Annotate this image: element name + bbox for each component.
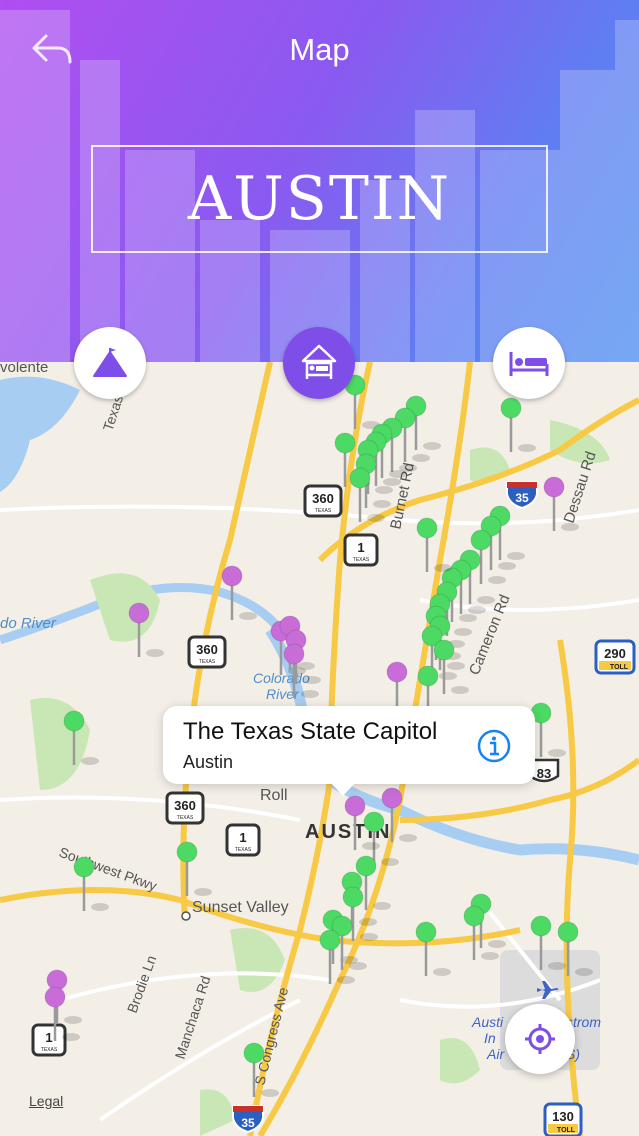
- category-accommodation-button[interactable]: [493, 327, 565, 399]
- map-label-manchaca-rd: Manchaca Rd: [172, 974, 214, 1061]
- shield-hwy360-mid: 360 TEXAS: [187, 635, 227, 669]
- city-banner: AUSTIN: [91, 145, 548, 253]
- info-icon: [477, 729, 511, 763]
- svg-text:TEXAS: TEXAS: [353, 557, 370, 563]
- shield-hwy1-north: 1 TEXAS: [343, 533, 379, 567]
- park-area: [30, 698, 90, 790]
- map-label-airport-1: Austi: [471, 1014, 504, 1030]
- park-area: [440, 1038, 480, 1084]
- map-pin[interactable]: [415, 921, 451, 976]
- shield-toll130: 130 TOLL: [543, 1102, 583, 1136]
- page-title: Map: [289, 32, 350, 67]
- shield-toll290: 290 TOLL: [594, 639, 636, 675]
- map-label-dessau-rd: Dessau Rd: [561, 449, 600, 525]
- hotel-tent-bed-icon: [301, 344, 337, 379]
- map-label-rollingwood: Roll: [260, 787, 288, 804]
- svg-text:1: 1: [239, 830, 246, 845]
- bed-icon: [509, 352, 549, 376]
- legal-link[interactable]: Legal: [29, 1093, 63, 1109]
- map-label-sunset-valley: Sunset Valley: [192, 899, 289, 916]
- map-label-airport-4: Air: [486, 1046, 505, 1062]
- lake-travis: [0, 376, 80, 492]
- park-area: [200, 1089, 235, 1136]
- callout-title: The Texas State Capitol: [183, 718, 438, 745]
- svg-text:130: 130: [552, 1109, 574, 1124]
- svg-text:1: 1: [357, 540, 364, 555]
- map-label-volente: volente: [0, 362, 48, 376]
- map-pin[interactable]: [500, 397, 536, 452]
- shield-hwy1-south: 1 TEXAS: [225, 823, 261, 857]
- svg-text:TOLL: TOLL: [557, 1127, 576, 1134]
- svg-text:1: 1: [45, 1030, 52, 1045]
- svg-text:TEXAS: TEXAS: [41, 1047, 58, 1053]
- map-label-texas: Texas: [100, 393, 127, 433]
- map-label-airport-3: In: [484, 1030, 496, 1046]
- svg-text:360: 360: [196, 642, 218, 657]
- svg-text:290: 290: [604, 646, 626, 661]
- info-button[interactable]: [476, 728, 512, 764]
- city-name: AUSTIN: [187, 164, 452, 234]
- shield-hwy360-north: 360 TEXAS: [303, 484, 343, 518]
- svg-text:83: 83: [537, 766, 551, 781]
- shield-i35-south: 35: [232, 1105, 264, 1134]
- current-location-button[interactable]: [505, 1004, 575, 1074]
- map-pin[interactable]: [394, 407, 430, 462]
- svg-text:TEXAS: TEXAS: [177, 815, 194, 821]
- callout-subtitle: Austin: [183, 752, 234, 772]
- sunset-valley-dot: [181, 911, 191, 921]
- svg-text:TEXAS: TEXAS: [315, 508, 332, 514]
- map-label-s-congress-ave: S Congress Ave: [251, 985, 291, 1086]
- map-label-cameron-rd: Cameron Rd: [466, 592, 514, 677]
- circus-tent-icon: [93, 348, 127, 377]
- svg-text:360: 360: [312, 491, 334, 506]
- svg-text:360: 360: [174, 798, 196, 813]
- map-label-river: do River: [0, 615, 57, 632]
- svg-text:TEXAS: TEXAS: [235, 847, 252, 853]
- crosshair-icon: [525, 1024, 555, 1054]
- svg-text:TEXAS: TEXAS: [199, 659, 216, 665]
- park-area: [230, 928, 285, 992]
- svg-text:35: 35: [241, 1116, 255, 1130]
- svg-text:35: 35: [515, 491, 529, 505]
- svg-text:TOLL: TOLL: [610, 664, 629, 671]
- shield-i35-north: 35: [506, 481, 538, 510]
- map-pin[interactable]: [530, 702, 566, 757]
- shield-hwy360-south: 360 TEXAS: [165, 791, 205, 825]
- park-area: [90, 573, 160, 642]
- category-attractions-button[interactable]: [74, 327, 146, 399]
- map-label-southwest-pkwy: Southwest Pkwy: [57, 844, 159, 894]
- shield-hwy1-southwest: 1 TEXAS: [31, 1023, 67, 1057]
- park-area: [550, 420, 610, 464]
- header: Map AUSTIN: [0, 0, 639, 362]
- category-hotels-button[interactable]: [283, 327, 355, 399]
